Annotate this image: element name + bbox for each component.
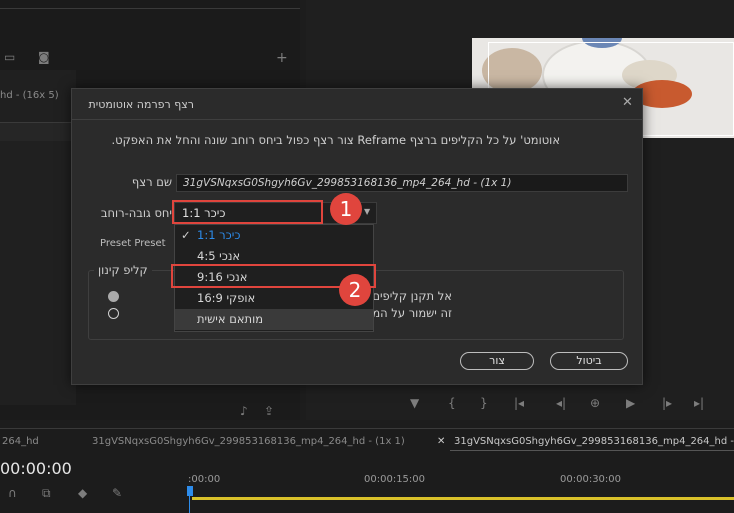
divider (0, 8, 300, 9)
linked-selection-icon[interactable]: ⧉ (42, 486, 51, 501)
step-forward-icon[interactable]: |▸ (662, 396, 672, 410)
dialog-title: רצף רפרמה אוטומטית (88, 98, 194, 111)
project-panel (0, 70, 76, 405)
play-icon[interactable]: ▶ (626, 396, 635, 410)
safe-margins-icon[interactable]: ⊕ (590, 396, 600, 410)
work-area-bar[interactable] (192, 497, 734, 500)
divider (0, 428, 734, 429)
cancel-button[interactable]: ביטול (550, 352, 628, 370)
title-divider (72, 119, 642, 120)
left-panel-label: hd - (16x 5) (0, 90, 59, 101)
sequence-name-input[interactable]: 31gVSNqxsG0Shgyh6Gv_299853168136_mp4_264… (176, 174, 628, 192)
camera-icon[interactable]: ◙ (38, 50, 50, 64)
step-back-icon[interactable]: ◂| (556, 396, 566, 410)
mark-in-icon[interactable]: { (448, 396, 456, 410)
dropdown-item[interactable]: מותאם אישית (175, 309, 373, 330)
playhead[interactable] (187, 486, 193, 496)
radio-dont-nest[interactable] (108, 291, 119, 302)
timecode[interactable]: 00:00:00 (0, 459, 72, 478)
active-tab-underline (450, 450, 734, 451)
mark-out-icon[interactable]: } (480, 396, 488, 410)
marker-icon[interactable]: ◆ (78, 486, 87, 500)
playhead-line (189, 496, 190, 513)
timeline-tab[interactable]: 264_hd (2, 436, 39, 447)
insert-icon[interactable]: ♪ (240, 404, 248, 418)
project-header (0, 123, 76, 141)
step-badge-1: 1 (330, 193, 362, 225)
timeline-tab[interactable]: 31gVSNqxsG0Shgyh6Gv_299853168136_mp4_264… (92, 436, 405, 447)
go-to-in-icon[interactable]: |◂ (514, 396, 524, 410)
close-tab-icon[interactable]: ✕ (437, 436, 445, 447)
overwrite-icon[interactable]: ⇪ (264, 404, 274, 418)
ruler-tick: 00:00:30:00 (560, 474, 622, 485)
sequence-name-label: שם רצף (131, 175, 172, 189)
wrench-icon[interactable]: ✎ (112, 486, 122, 500)
check-icon: ✓ (181, 228, 191, 242)
chevron-down-icon: ▼ (364, 207, 371, 216)
go-to-out-icon[interactable]: ▸| (694, 396, 704, 410)
dialog-description: אוטומט' על כל הקליפים ברצף Reframe צור ר… (111, 133, 560, 147)
dropdown-item[interactable]: ✓ כיכר 1:1 (175, 225, 373, 246)
add-marker-icon[interactable]: ▼ (410, 396, 419, 410)
clip-nesting-label: קליפ קינון (94, 263, 152, 277)
ruler-tick: 00:00:15:00 (364, 474, 426, 485)
close-icon[interactable]: ✕ (622, 95, 633, 110)
timeline-tab-active[interactable]: 31gVSNqxsG0Shgyh6Gv_299853168136_mp4_264… (454, 436, 734, 447)
aspect-ratio-label: יחס גובה-רוחב (100, 206, 172, 220)
preset-label: Preset Preset (100, 238, 166, 249)
ruler-tick: :00:00 (188, 474, 221, 485)
snap-icon[interactable]: ∩ (8, 486, 17, 500)
export-frame-icon[interactable]: ▭ (4, 50, 15, 64)
radio-nest[interactable] (108, 308, 119, 319)
create-button[interactable]: צור (460, 352, 534, 370)
add-icon[interactable]: + (276, 50, 288, 66)
highlight-box-1 (172, 200, 323, 224)
step-badge-2: 2 (339, 274, 371, 306)
